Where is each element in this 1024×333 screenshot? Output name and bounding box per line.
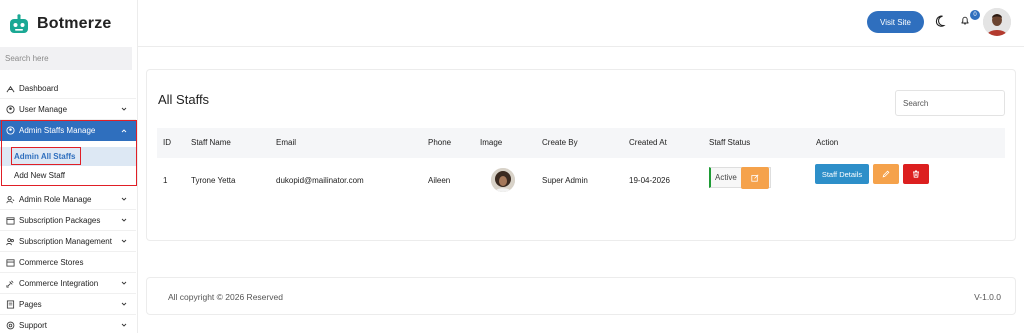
chevron-down-icon [121, 107, 127, 111]
column-header-staff-status: Staff Status [709, 138, 751, 147]
status-edit-button[interactable] [741, 167, 769, 189]
avatar-image [983, 8, 1011, 36]
chevron-down-icon [121, 218, 127, 222]
sidebar-subitem-admin-all-staffs[interactable]: Admin All Staffs [0, 147, 136, 166]
pages-icon [6, 299, 15, 309]
edit-staff-button[interactable] [873, 164, 899, 184]
sidebar-subitem-add-new-staff[interactable]: Add New Staff [0, 166, 136, 185]
status-control: Active [709, 167, 771, 189]
user-role-icon [6, 195, 15, 204]
sidebar: Botmerze Dashboard User Manage Admin Sta… [0, 0, 138, 333]
dashboard-icon [6, 84, 15, 93]
cell-id: 1 [163, 176, 168, 185]
sidebar-item-user-manage[interactable]: User Manage [0, 99, 136, 120]
sidebar-item-pages[interactable]: Pages [0, 294, 136, 315]
copyright-text: All copyright © 2026 Reserved [168, 292, 283, 302]
sidebar-item-label: Subscription Management [19, 236, 112, 246]
cell-created-at: 19-04-2026 [629, 176, 670, 185]
sidebar-item-label: Admin Role Manage [19, 194, 92, 204]
trash-icon [913, 170, 919, 178]
cell-phone: Aileen [428, 176, 451, 185]
staff-photo [491, 168, 515, 192]
sidebar-menu: Dashboard User Manage Admin Staffs Manag… [0, 78, 136, 333]
sidebar-item-label: Commerce Integration [19, 278, 99, 288]
page-title: All Staffs [158, 92, 210, 107]
sidebar-search-input[interactable] [0, 47, 132, 70]
sidebar-item-admin-staffs-manage[interactable]: Admin Staffs Manage [0, 120, 136, 141]
admin-staffs-submenu: Admin All Staffs Add New Staff [0, 141, 136, 189]
status-badge: Active [715, 173, 737, 182]
column-header-phone: Phone [428, 138, 452, 147]
staff-search-input[interactable] [895, 90, 1005, 116]
cell-email: dukopid@mailinator.com [276, 176, 364, 185]
brand[interactable]: Botmerze [9, 10, 112, 38]
sidebar-item-label: Dashboard [19, 83, 59, 93]
column-header-email: Email [276, 138, 297, 147]
main-content: All Staffs ID Staff Name Email Phone Ima… [138, 47, 1024, 333]
user-circle-icon [6, 126, 15, 135]
user-circle-icon [6, 104, 15, 114]
delete-staff-button[interactable] [903, 164, 929, 184]
bell-icon[interactable] [961, 16, 969, 25]
chevron-down-icon [121, 239, 127, 243]
users-group-icon [6, 237, 15, 246]
staff-photo-image [491, 168, 515, 192]
chevron-down-icon [121, 197, 127, 201]
chevron-up-icon [121, 128, 127, 132]
column-header-create-by: Create By [542, 138, 578, 147]
staff-details-button[interactable]: Staff Details [815, 164, 869, 184]
support-icon [6, 321, 15, 330]
sidebar-item-label: User Manage [19, 104, 68, 114]
version-text: V-1.0.0 [974, 292, 1001, 302]
sidebar-item-commerce-stores[interactable]: Commerce Stores [0, 252, 136, 273]
table-header: ID Staff Name Email Phone Image Create B… [157, 128, 1005, 158]
sidebar-item-commerce-integration[interactable]: Commerce Integration [0, 273, 136, 294]
edit-square-icon [751, 174, 759, 182]
robot-logo-icon [10, 14, 28, 33]
column-header-id: ID [163, 138, 171, 147]
pencil-icon [882, 170, 890, 178]
chevron-down-icon [121, 281, 127, 285]
top-header: Visit Site 0 [138, 0, 1024, 47]
sidebar-item-label: Commerce Stores [19, 257, 84, 267]
sidebar-item-subscription-packages[interactable]: Subscription Packages [0, 210, 136, 231]
column-header-created-at: Created At [629, 138, 667, 147]
moon-icon[interactable] [935, 15, 946, 27]
column-header-action: Action [816, 138, 839, 147]
footer: All copyright © 2026 Reserved V-1.0.0 [146, 277, 1016, 315]
package-icon [6, 216, 15, 225]
sidebar-item-subscription-management[interactable]: Subscription Management [0, 231, 136, 252]
chevron-down-icon [121, 323, 127, 327]
sidebar-item-label: Pages [19, 299, 42, 309]
sidebar-item-label: Admin Staffs Manage [19, 126, 96, 135]
sidebar-item-label: Support [19, 320, 48, 330]
cell-staff-name: Tyrone Yetta [191, 176, 236, 185]
visit-site-button[interactable]: Visit Site [867, 11, 924, 33]
sidebar-item-support[interactable]: Support [0, 315, 136, 333]
sidebar-item-label: Subscription Packages [19, 215, 101, 225]
notification-count-badge: 0 [970, 10, 980, 20]
column-header-image: Image [480, 138, 503, 147]
staffs-card: All Staffs ID Staff Name Email Phone Ima… [146, 69, 1016, 241]
store-icon [6, 258, 15, 267]
plug-icon [6, 279, 15, 288]
sidebar-item-admin-role-manage[interactable]: Admin Role Manage [0, 189, 136, 210]
chevron-down-icon [121, 302, 127, 306]
user-avatar[interactable] [983, 8, 1011, 36]
brand-name: Botmerze [37, 15, 112, 32]
table-row: 1 Tyrone Yetta dukopid@mailinator.com Ai… [157, 158, 1005, 203]
sidebar-item-dashboard[interactable]: Dashboard [0, 78, 136, 99]
column-header-staff-name: Staff Name [191, 138, 231, 147]
cell-create-by: Super Admin [542, 176, 588, 185]
